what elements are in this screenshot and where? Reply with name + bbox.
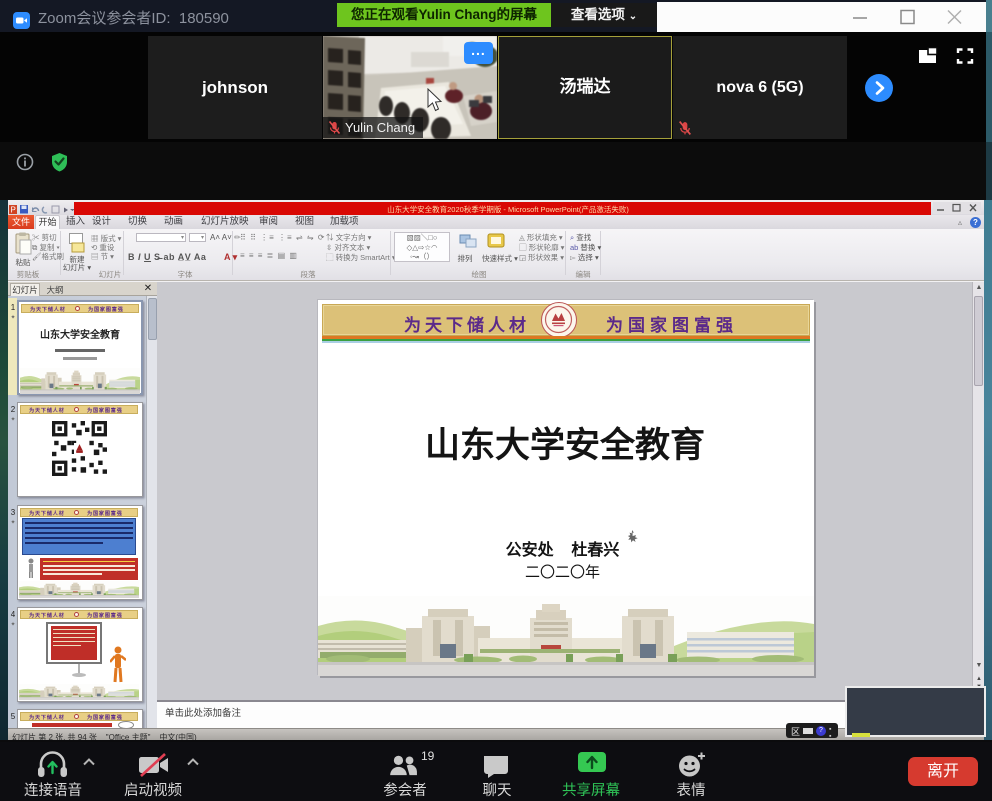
svg-text:P: P	[11, 206, 16, 215]
